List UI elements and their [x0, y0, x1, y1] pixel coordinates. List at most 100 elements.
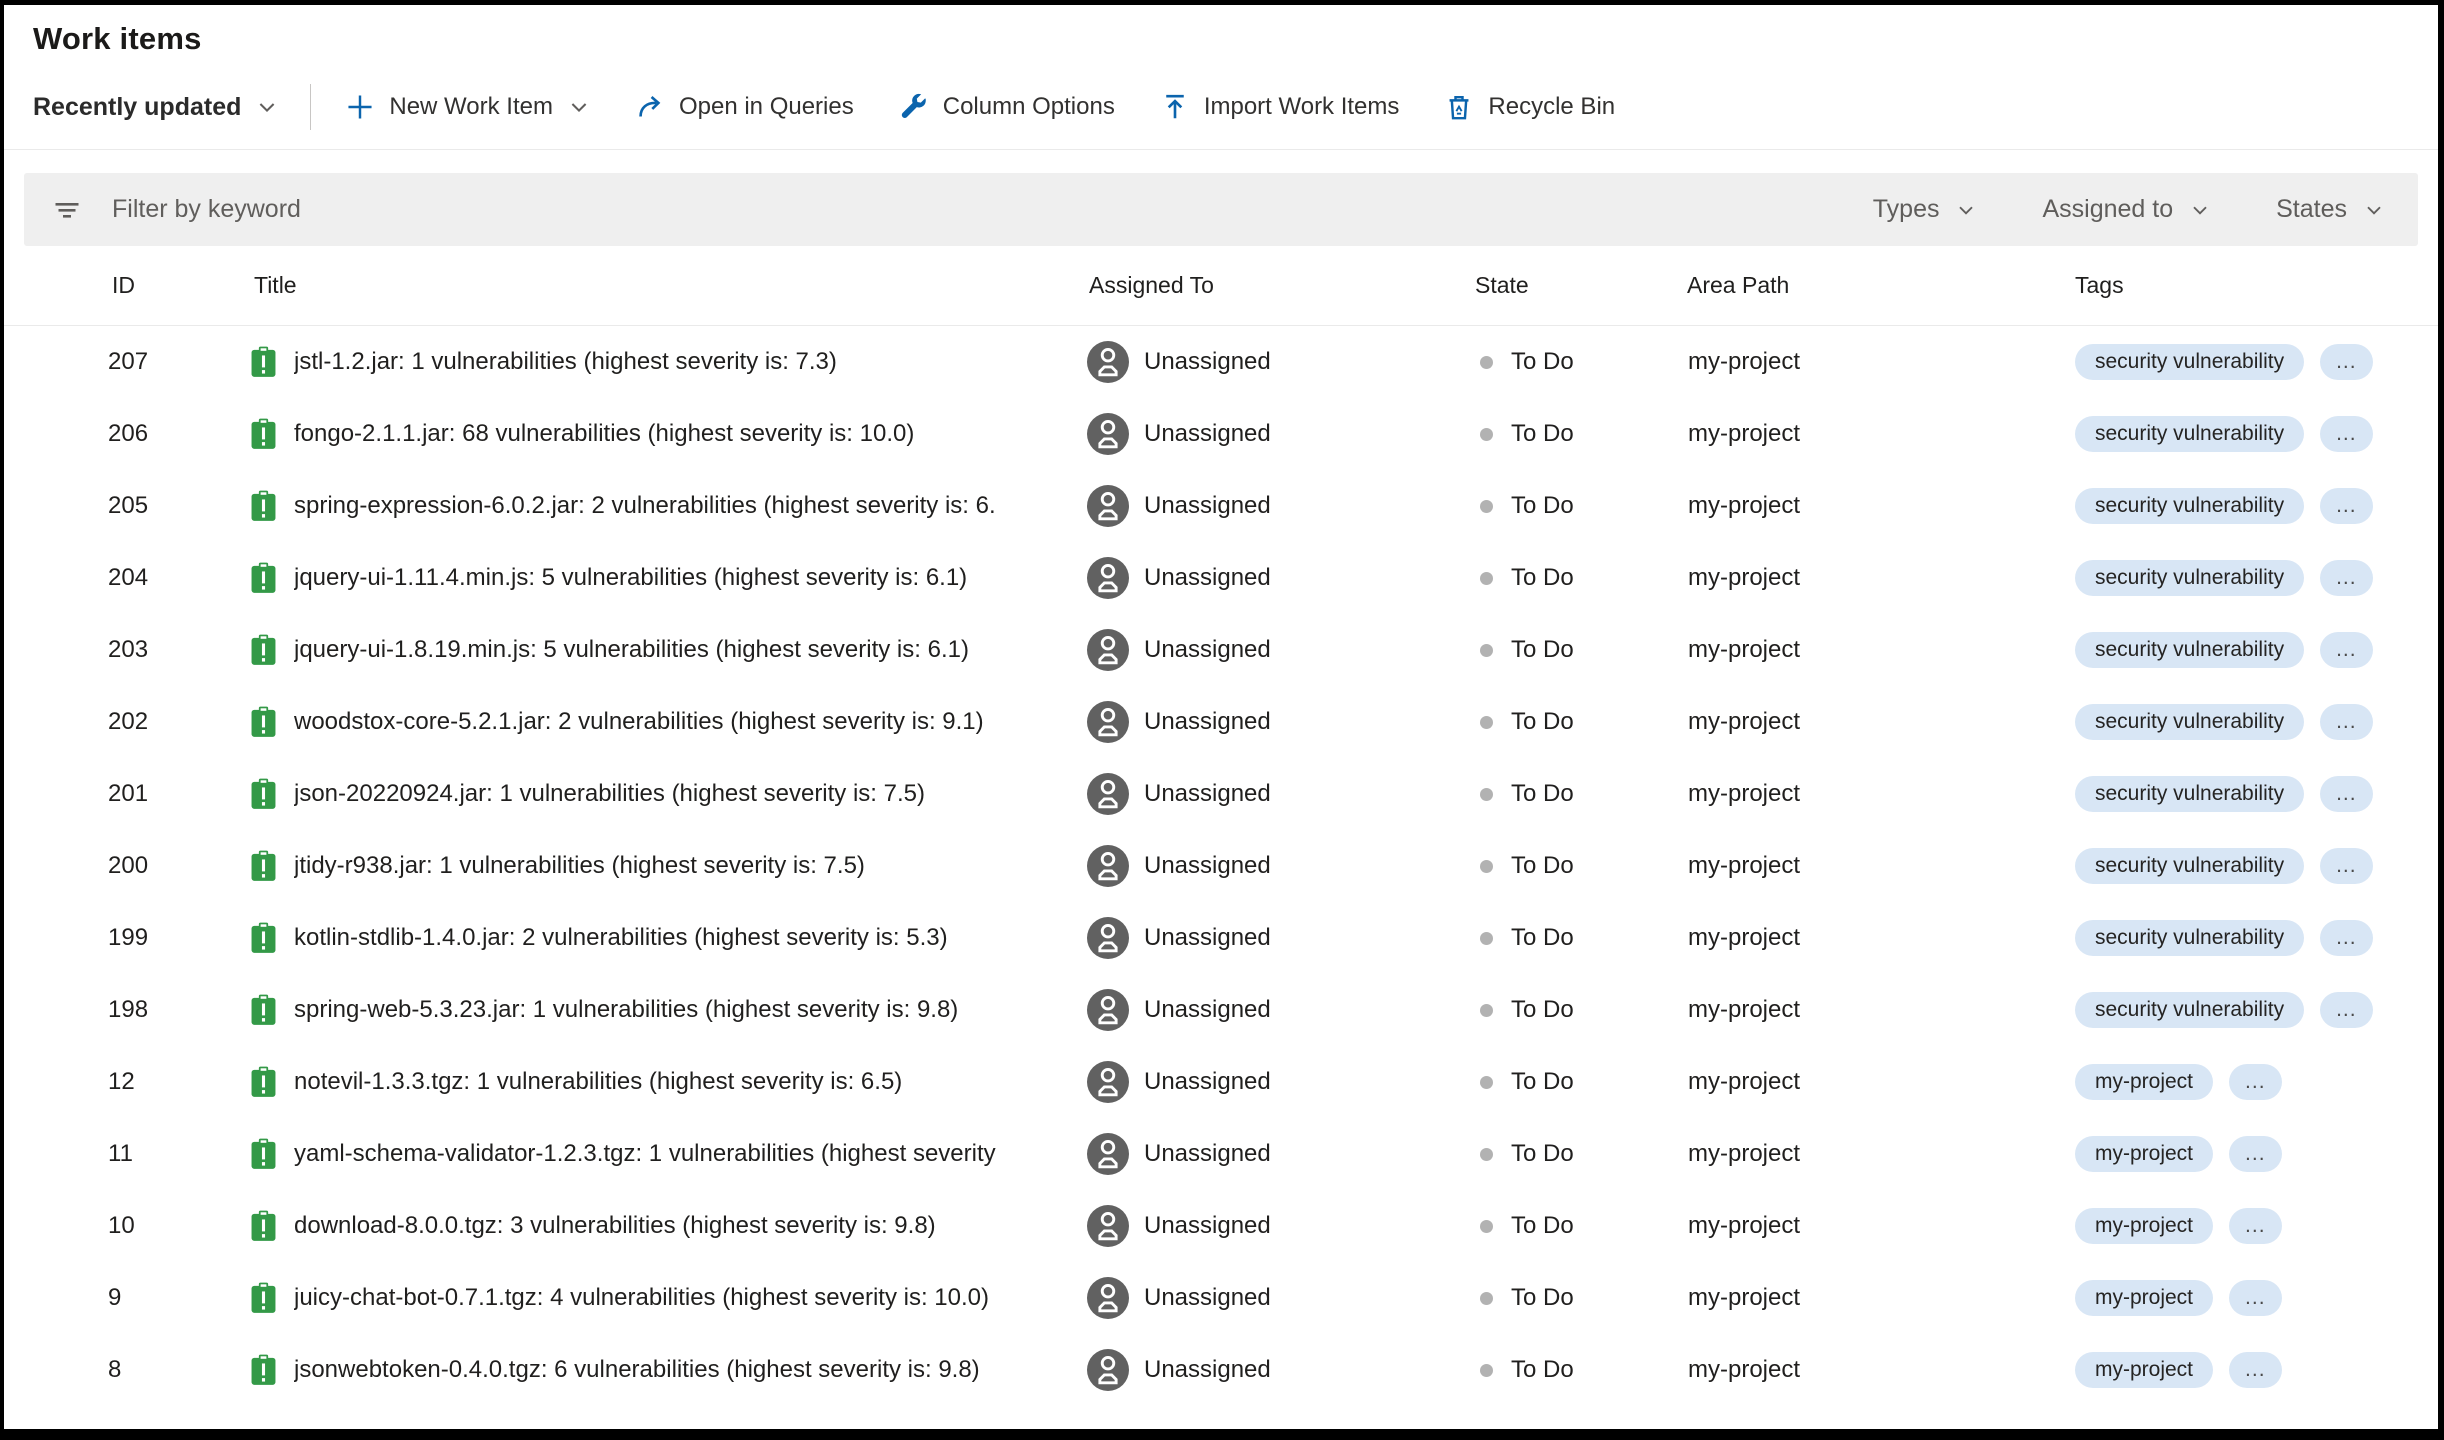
unassigned-avatar-icon	[1087, 701, 1129, 743]
tag-overflow-button[interactable]: ...	[2320, 920, 2373, 956]
state-value: To Do	[1511, 708, 1574, 736]
table-row[interactable]: 9 juicy-chat-bot-0.7.1.tgz: 4 vulnerabil…	[4, 1262, 2438, 1334]
tag-overflow-button[interactable]: ...	[2320, 488, 2373, 524]
work-item-title-link[interactable]: kotlin-stdlib-1.4.0.jar: 2 vulnerabiliti…	[294, 924, 948, 952]
tag-pill[interactable]: security vulnerability	[2075, 920, 2304, 956]
table-header-row: ID Title Assigned To State Area Path Tag…	[4, 246, 2438, 326]
command-bar-divider	[310, 84, 311, 130]
tag-overflow-button[interactable]: ...	[2320, 848, 2373, 884]
states-filter-dropdown[interactable]: States	[2276, 195, 2384, 224]
tag-pill[interactable]: my-project	[2075, 1352, 2213, 1388]
state-value: To Do	[1511, 1284, 1574, 1312]
tag-pill[interactable]: security vulnerability	[2075, 488, 2304, 524]
state-dot-icon	[1480, 1364, 1493, 1377]
work-item-title-link[interactable]: jstl-1.2.jar: 1 vulnerabilities (highest…	[294, 348, 837, 376]
table-row[interactable]: 198 spring-web-5.3.23.jar: 1 vulnerabili…	[4, 974, 2438, 1046]
tag-overflow-button[interactable]: ...	[2320, 632, 2373, 668]
tag-pill[interactable]: security vulnerability	[2075, 632, 2304, 668]
unassigned-avatar-icon	[1087, 1349, 1129, 1391]
tag-overflow-button[interactable]: ...	[2229, 1208, 2282, 1244]
work-item-title-link[interactable]: jtidy-r938.jar: 1 vulnerabilities (highe…	[294, 852, 865, 880]
table-row[interactable]: 8 jsonwebtoken-0.4.0.tgz: 6 vulnerabilit…	[4, 1334, 2438, 1406]
open-in-queries-button[interactable]: Open in Queries	[613, 82, 877, 132]
tag-overflow-button[interactable]: ...	[2229, 1280, 2282, 1316]
work-item-title-link[interactable]: json-20220924.jar: 1 vulnerabilities (hi…	[294, 780, 925, 808]
column-header-assigned-to[interactable]: Assigned To	[1085, 272, 1471, 299]
tag-pill[interactable]: my-project	[2075, 1136, 2213, 1172]
work-item-id: 11	[108, 1140, 250, 1168]
column-header-id[interactable]: ID	[108, 272, 250, 299]
work-item-id: 199	[108, 924, 250, 952]
table-row[interactable]: 200 jtidy-r938.jar: 1 vulnerabilities (h…	[4, 830, 2438, 902]
tag-overflow-button[interactable]: ...	[2320, 560, 2373, 596]
tag-pill[interactable]: security vulnerability	[2075, 344, 2304, 380]
state-value: To Do	[1511, 996, 1574, 1024]
table-row[interactable]: 207 jstl-1.2.jar: 1 vulnerabilities (hig…	[4, 326, 2438, 398]
tag-overflow-button[interactable]: ...	[2320, 416, 2373, 452]
table-row[interactable]: 206 fongo-2.1.1.jar: 68 vulnerabilities …	[4, 398, 2438, 470]
tag-pill[interactable]: security vulnerability	[2075, 704, 2304, 740]
tag-pill[interactable]: my-project	[2075, 1064, 2213, 1100]
table-row[interactable]: 201 json-20220924.jar: 1 vulnerabilities…	[4, 758, 2438, 830]
column-header-tags[interactable]: Tags	[2071, 272, 2438, 299]
column-header-state[interactable]: State	[1471, 272, 1683, 299]
work-item-title-link[interactable]: woodstox-core-5.2.1.jar: 2 vulnerabiliti…	[294, 708, 984, 736]
tag-overflow-button[interactable]: ...	[2320, 992, 2373, 1028]
area-path-value: my-project	[1683, 852, 2071, 880]
work-item-id: 202	[108, 708, 250, 736]
tag-pill[interactable]: security vulnerability	[2075, 992, 2304, 1028]
column-header-area-path[interactable]: Area Path	[1683, 272, 2071, 299]
work-item-id: 204	[108, 564, 250, 592]
command-bar: Recently updated New Work Item Open in Q…	[33, 82, 2438, 132]
import-work-items-button[interactable]: Import Work Items	[1138, 82, 1423, 132]
table-row[interactable]: 204 jquery-ui-1.11.4.min.js: 5 vulnerabi…	[4, 542, 2438, 614]
view-selector-dropdown[interactable]: Recently updated	[33, 93, 278, 122]
table-row[interactable]: 199 kotlin-stdlib-1.4.0.jar: 2 vulnerabi…	[4, 902, 2438, 974]
work-item-title-link[interactable]: yaml-schema-validator-1.2.3.tgz: 1 vulne…	[294, 1140, 996, 1168]
column-header-title[interactable]: Title	[250, 272, 1085, 299]
types-filter-dropdown[interactable]: Types	[1873, 195, 1977, 224]
work-item-title-link[interactable]: jsonwebtoken-0.4.0.tgz: 6 vulnerabilitie…	[294, 1356, 980, 1384]
table-row[interactable]: 11 yaml-schema-validator-1.2.3.tgz: 1 vu…	[4, 1118, 2438, 1190]
tag-pill[interactable]: security vulnerability	[2075, 776, 2304, 812]
table-row[interactable]: 10 download-8.0.0.tgz: 3 vulnerabilities…	[4, 1190, 2438, 1262]
work-item-title-link[interactable]: fongo-2.1.1.jar: 68 vulnerabilities (hig…	[294, 420, 914, 448]
work-item-id: 203	[108, 636, 250, 664]
state-value: To Do	[1511, 1068, 1574, 1096]
assigned-to-filter-dropdown[interactable]: Assigned to	[2042, 195, 2210, 224]
issue-icon	[250, 922, 277, 954]
work-item-title-link[interactable]: notevil-1.3.3.tgz: 1 vulnerabilities (hi…	[294, 1068, 902, 1096]
filter-keyword-input[interactable]	[110, 194, 1873, 225]
tag-overflow-button[interactable]: ...	[2320, 704, 2373, 740]
tag-overflow-button[interactable]: ...	[2320, 344, 2373, 380]
work-item-title-link[interactable]: jquery-ui-1.11.4.min.js: 5 vulnerabiliti…	[294, 564, 967, 592]
work-item-title-link[interactable]: juicy-chat-bot-0.7.1.tgz: 4 vulnerabilit…	[294, 1284, 989, 1312]
tag-pill[interactable]: my-project	[2075, 1280, 2213, 1316]
new-work-item-button[interactable]: New Work Item	[323, 82, 613, 132]
tag-overflow-button[interactable]: ...	[2229, 1352, 2282, 1388]
state-value: To Do	[1511, 924, 1574, 952]
tag-pill[interactable]: my-project	[2075, 1208, 2213, 1244]
work-item-id: 10	[108, 1212, 250, 1240]
tag-overflow-button[interactable]: ...	[2229, 1136, 2282, 1172]
table-row[interactable]: 203 jquery-ui-1.8.19.min.js: 5 vulnerabi…	[4, 614, 2438, 686]
work-item-title-link[interactable]: spring-expression-6.0.2.jar: 2 vulnerabi…	[294, 492, 996, 520]
tag-pill[interactable]: security vulnerability	[2075, 416, 2304, 452]
work-item-title-link[interactable]: spring-web-5.3.23.jar: 1 vulnerabilities…	[294, 996, 958, 1024]
table-row[interactable]: 202 woodstox-core-5.2.1.jar: 2 vulnerabi…	[4, 686, 2438, 758]
tag-pill[interactable]: security vulnerability	[2075, 560, 2304, 596]
table-row[interactable]: 12 notevil-1.3.3.tgz: 1 vulnerabilities …	[4, 1046, 2438, 1118]
state-value: To Do	[1511, 1140, 1574, 1168]
work-item-title-link[interactable]: download-8.0.0.tgz: 3 vulnerabilities (h…	[294, 1212, 936, 1240]
tag-pill[interactable]: security vulnerability	[2075, 848, 2304, 884]
tag-overflow-button[interactable]: ...	[2229, 1064, 2282, 1100]
column-options-button[interactable]: Column Options	[877, 82, 1138, 132]
recycle-bin-button[interactable]: Recycle Bin	[1422, 82, 1638, 132]
work-item-title-link[interactable]: jquery-ui-1.8.19.min.js: 5 vulnerabiliti…	[294, 636, 969, 664]
table-row[interactable]: 205 spring-expression-6.0.2.jar: 2 vulne…	[4, 470, 2438, 542]
issue-icon	[250, 346, 277, 378]
open-in-queries-icon	[636, 93, 664, 121]
issue-icon	[250, 490, 277, 522]
assigned-to-value: Unassigned	[1144, 492, 1271, 520]
tag-overflow-button[interactable]: ...	[2320, 776, 2373, 812]
